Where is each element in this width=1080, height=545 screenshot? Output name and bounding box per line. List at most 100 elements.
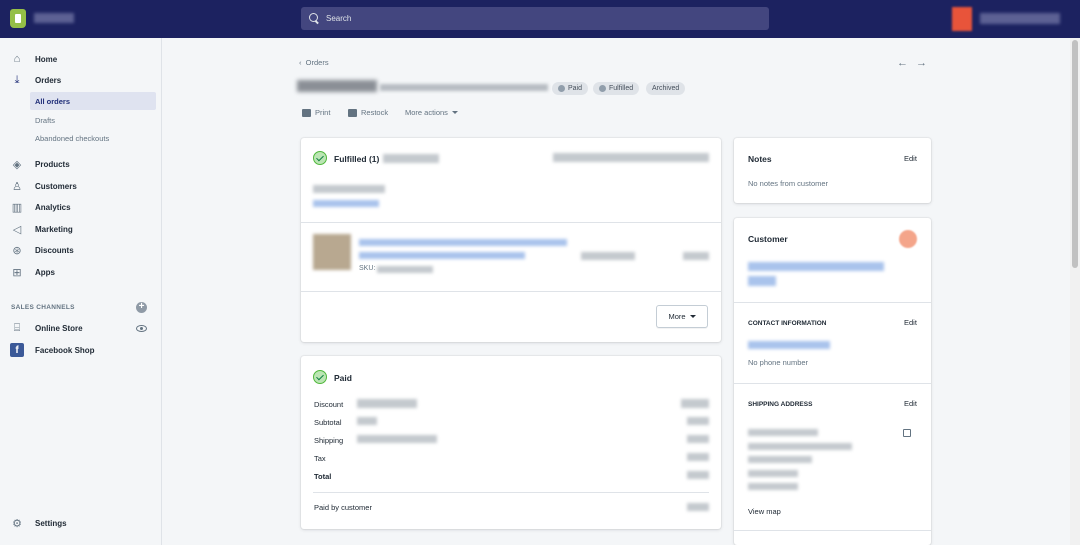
paid-title: Paid [334, 373, 352, 383]
sidebar-item-settings[interactable]: ⚙ Settings [0, 513, 162, 533]
address-line-redacted [748, 443, 852, 450]
price-quantity-redacted [581, 252, 635, 260]
tag-icon: ◈ [12, 158, 22, 171]
sidebar-item-analytics[interactable]: ▥ Analytics [0, 197, 162, 217]
notes-title: Notes [748, 154, 772, 164]
restock-label: Restock [361, 108, 389, 117]
sidebar-item-label: Apps [35, 267, 55, 277]
discount-icon: ⊛ [12, 244, 22, 257]
sidebar-item-facebook-shop[interactable]: f Facebook Shop [0, 340, 162, 360]
sidebar-item-label: Customers [35, 181, 77, 191]
fulfillment-date-redacted [553, 153, 709, 162]
customer-card: Customer CONTACT INFORMATION Edit No pho… [734, 218, 931, 545]
user-name-redacted[interactable] [980, 13, 1060, 24]
badge-dot-icon [558, 85, 565, 92]
more-actions-button[interactable]: More actions [405, 108, 458, 117]
search-bar[interactable] [301, 7, 769, 30]
sidebar-item-customers[interactable]: ♙ Customers [0, 176, 162, 196]
no-phone-text: No phone number [748, 358, 809, 367]
printer-icon [302, 108, 311, 117]
restock-button[interactable]: Restock [348, 108, 388, 117]
divider [734, 383, 931, 384]
paid-amount-redacted [687, 503, 709, 511]
sidebar-item-label: Discounts [35, 245, 74, 255]
product-variant-redacted [359, 252, 525, 259]
sidebar-item-apps[interactable]: ⊞ Apps [0, 262, 162, 282]
sidebar-item-marketing[interactable]: ◁ Marketing [0, 219, 162, 239]
store-icon: ⌸ [13, 321, 21, 334]
address-line-redacted [748, 470, 798, 477]
sidebar-item-products[interactable]: ◈ Products [0, 154, 162, 174]
address-line-redacted [748, 429, 818, 436]
divider [301, 222, 721, 223]
customer-orders-redacted[interactable] [748, 276, 776, 286]
status-badge-paid: Paid [552, 82, 589, 95]
tax-value-redacted [687, 453, 709, 461]
view-online-store-icon[interactable] [136, 325, 147, 332]
sidebar-item-label: Settings [35, 518, 67, 528]
more-button[interactable]: More [656, 305, 708, 328]
next-order-icon[interactable]: → [916, 57, 935, 69]
breadcrumb[interactable]: ‹ Orders [299, 58, 329, 67]
badge-label: Archived [652, 85, 680, 92]
top-bar [0, 0, 1080, 38]
product-title-redacted[interactable] [359, 239, 567, 246]
line-total-redacted [683, 252, 709, 260]
print-button[interactable]: Print [302, 108, 330, 117]
view-map-link[interactable]: View map [748, 507, 781, 516]
divider [301, 291, 721, 292]
product-thumbnail[interactable] [313, 234, 351, 270]
notes-edit-link[interactable]: Edit [904, 154, 917, 163]
orders-icon: ⤓ [14, 73, 20, 86]
caret-down-icon [689, 315, 696, 318]
order-date-redacted [380, 84, 548, 91]
tracking-link-redacted[interactable] [313, 200, 379, 207]
sidebar-item-label: Marketing [35, 224, 73, 234]
sku-value-redacted [377, 266, 433, 273]
customer-name-redacted[interactable] [748, 262, 884, 271]
person-icon: ♙ [12, 180, 22, 193]
store-name-redacted[interactable] [34, 13, 74, 23]
breadcrumb-orders[interactable]: Orders [306, 58, 329, 67]
sidebar-item-home[interactable]: ⌂ Home [0, 49, 162, 69]
sidebar-item-discounts[interactable]: ⊛ Discounts [0, 240, 162, 260]
print-label: Print [315, 108, 331, 117]
total-value-redacted [687, 471, 709, 479]
prev-order-icon[interactable]: ← [897, 57, 916, 69]
sidebar: ⌂ Home ⤓ Orders All orders Drafts Abando… [0, 38, 162, 545]
sidebar-item-orders[interactable]: ⤓ Orders [0, 70, 162, 90]
fulfilled-title: Fulfilled (1) [334, 154, 380, 164]
sidebar-sub-all-orders[interactable]: All orders [30, 92, 156, 110]
check-circle-icon [313, 370, 327, 384]
shopify-logo-icon[interactable] [10, 9, 26, 28]
customer-email-redacted[interactable] [748, 341, 830, 349]
badge-label: Paid [568, 85, 583, 92]
sales-channels-heading: SALES CHANNELS [11, 304, 75, 311]
sidebar-item-label: Analytics [35, 202, 71, 212]
scrollbar-thumb[interactable] [1072, 40, 1078, 268]
notes-card: Notes Edit No notes from customer [734, 138, 931, 203]
sidebar-item-label: Orders [35, 75, 62, 85]
subtotal-value-redacted [687, 417, 709, 425]
discount-code-redacted [357, 399, 417, 408]
shipping-label: Shipping [314, 436, 344, 445]
shipping-edit-link[interactable]: Edit [904, 399, 917, 408]
contact-edit-link[interactable]: Edit [904, 318, 917, 327]
divider [734, 302, 931, 303]
search-input[interactable] [326, 14, 746, 23]
page-scrollbar[interactable] [1070, 38, 1080, 545]
copy-address-icon[interactable] [903, 429, 911, 437]
sidebar-item-label: Home [35, 54, 58, 64]
home-icon: ⌂ [13, 53, 21, 65]
more-label: More [668, 312, 686, 321]
total-label: Total [314, 472, 332, 481]
sidebar-sub-abandoned-checkouts[interactable]: Abandoned checkouts [30, 129, 156, 147]
address-line-redacted [748, 483, 798, 490]
sidebar-sub-drafts[interactable]: Drafts [30, 111, 156, 129]
more-actions-label: More actions [405, 108, 448, 117]
facebook-icon: f [10, 343, 24, 357]
add-channel-icon[interactable]: + [136, 302, 147, 313]
customer-title: Customer [748, 234, 788, 244]
user-avatar[interactable] [952, 7, 972, 31]
status-badge-archived: Archived [646, 82, 686, 95]
